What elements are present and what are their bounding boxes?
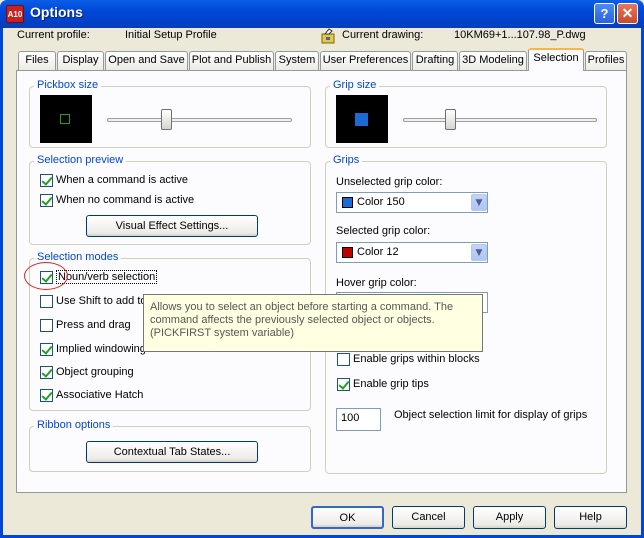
pickbox-preview	[40, 95, 92, 143]
tab-profiles[interactable]: Profiles	[585, 51, 627, 70]
enable-grip-tips-checkbox[interactable]	[337, 378, 350, 391]
tab-drafting[interactable]: Drafting	[412, 51, 458, 70]
implied-windowing-label: Implied windowing	[56, 343, 146, 355]
tab-user-preferences[interactable]: User Preferences	[320, 51, 411, 70]
use-shift-to-add-checkbox[interactable]	[40, 295, 53, 308]
tab-system[interactable]: System	[275, 51, 319, 70]
grip-square-icon	[355, 113, 368, 126]
noun-verb-tooltip: Allows you to select an object before st…	[143, 294, 483, 352]
current-profile-label: Current profile:	[17, 29, 90, 41]
pickbox-slider-track[interactable]	[107, 118, 292, 122]
unselected-grip-color-value: Color 150	[357, 196, 405, 208]
enable-grips-within-blocks-checkbox[interactable]	[337, 353, 350, 366]
object-grouping-checkbox[interactable]	[40, 366, 53, 379]
selected-grip-color-combo[interactable]: Color 12 ▼	[336, 242, 488, 263]
cancel-button[interactable]: Cancel	[392, 506, 465, 529]
pickbox-size-title: Pickbox size	[34, 79, 102, 91]
tab-selection[interactable]: Selection	[528, 48, 584, 71]
color-swatch	[342, 197, 353, 208]
color-swatch	[342, 247, 353, 258]
unselected-grip-color-label: Unselected grip color:	[336, 176, 443, 188]
when-no-command-active-checkbox[interactable]	[40, 194, 53, 207]
visual-effect-settings-button[interactable]: Visual Effect Settings...	[86, 215, 258, 237]
help-titlebar-button[interactable]: ?	[594, 3, 615, 24]
pickbox-square-icon	[60, 114, 70, 124]
close-button[interactable]: ✕	[617, 3, 638, 24]
selection-preview-title: Selection preview	[34, 154, 127, 166]
selected-grip-color-label: Selected grip color:	[336, 225, 431, 237]
object-grouping-label: Object grouping	[56, 366, 134, 378]
when-no-command-active-label: When no command is active	[56, 194, 195, 206]
object-selection-limit-label: Object selection limit for display of gr…	[394, 409, 588, 421]
current-drawing-label: Current drawing:	[342, 29, 424, 41]
object-selection-limit-input[interactable]: 100	[336, 408, 381, 431]
implied-windowing-checkbox[interactable]	[40, 343, 53, 356]
title-bar[interactable]	[0, 0, 644, 28]
when-command-active-checkbox[interactable]	[40, 174, 53, 187]
help-button[interactable]: Help	[554, 506, 627, 529]
ribbon-options-title: Ribbon options	[34, 419, 114, 431]
enable-grips-within-blocks-label: Enable grips within blocks	[353, 353, 480, 365]
ok-button[interactable]: OK	[311, 506, 384, 529]
chevron-down-icon[interactable]: ▼	[471, 244, 487, 261]
use-shift-to-add-label: Use Shift to add to	[56, 295, 147, 307]
tab-3d-modeling[interactable]: 3D Modeling	[459, 51, 527, 70]
current-profile-value: Initial Setup Profile	[125, 29, 217, 41]
drawing-file-icon	[321, 28, 335, 44]
autocad-app-icon: A10	[6, 5, 24, 23]
window-title: Options	[30, 4, 83, 20]
tab-open-and-save[interactable]: Open and Save	[105, 51, 188, 70]
grip-size-title: Grip size	[330, 79, 380, 91]
grip-preview	[336, 95, 388, 143]
press-and-drag-checkbox[interactable]	[40, 319, 53, 332]
grips-title: Grips	[330, 154, 363, 166]
noun-verb-selection-label: Noun/verb selection	[56, 270, 158, 284]
tab-plot-and-publish[interactable]: Plot and Publish	[189, 51, 274, 70]
associative-hatch-label: Associative Hatch	[56, 389, 144, 401]
grip-slider-track[interactable]	[403, 118, 597, 122]
when-command-active-label: When a command is active	[56, 174, 189, 186]
apply-button[interactable]: Apply	[473, 506, 546, 529]
grip-slider-thumb[interactable]	[445, 109, 456, 130]
tab-display[interactable]: Display	[57, 51, 104, 70]
pickbox-slider-thumb[interactable]	[161, 109, 172, 130]
current-drawing-value: 10KM69+1...107.98_P.dwg	[454, 29, 586, 41]
unselected-grip-color-combo[interactable]: Color 150 ▼	[336, 192, 488, 213]
hover-grip-color-label: Hover grip color:	[336, 277, 417, 289]
chevron-down-icon[interactable]: ▼	[471, 194, 487, 211]
enable-grip-tips-label: Enable grip tips	[353, 378, 429, 390]
press-and-drag-label: Press and drag	[56, 319, 131, 331]
annotation-circle	[24, 262, 68, 290]
contextual-tab-states-button[interactable]: Contextual Tab States...	[86, 441, 258, 463]
tab-files[interactable]: Files	[18, 51, 56, 70]
associative-hatch-checkbox[interactable]	[40, 389, 53, 402]
selected-grip-color-value: Color 12	[357, 246, 399, 258]
